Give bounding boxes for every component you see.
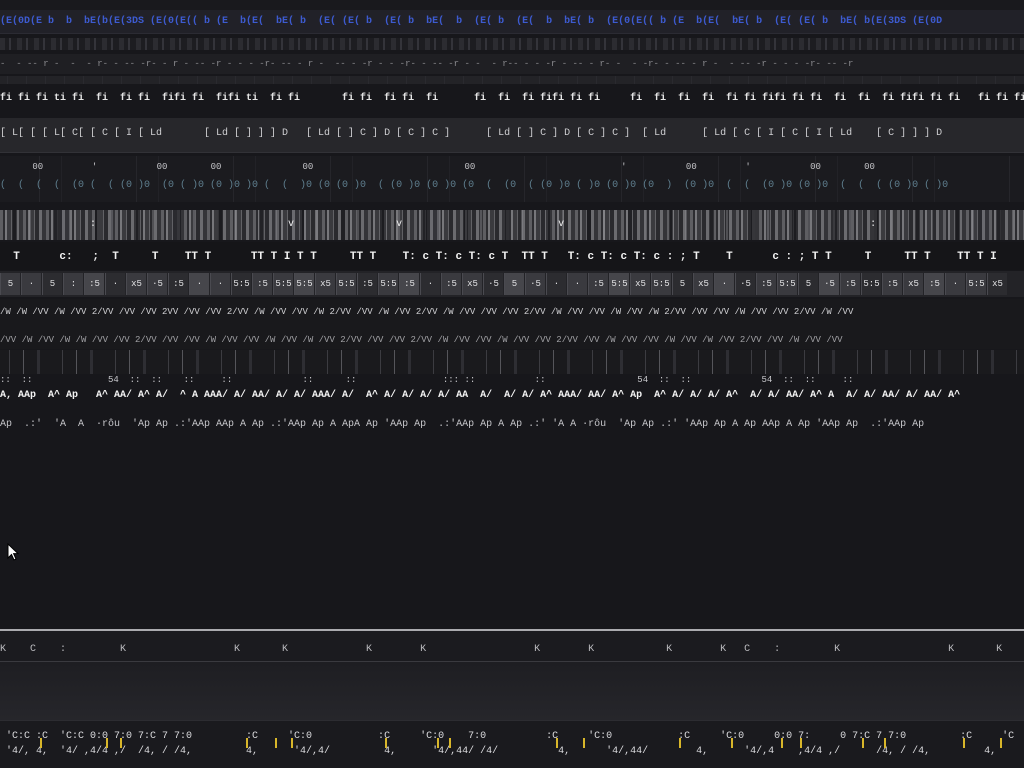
- clip-cell[interactable]: ·5: [483, 273, 503, 295]
- clip-cell[interactable]: 5:5: [336, 273, 356, 295]
- clip-cell[interactable]: 5: [672, 273, 692, 295]
- wave-row-lower: /VV /W /VV /W /W /VV /VV 2/VV /VV /VV /W…: [0, 335, 843, 345]
- track-row-ap: Ap .:' 'A A ·rôu 'Ap Ap .:'AAp AAp A Ap …: [0, 419, 925, 430]
- clip-cell[interactable]: :5: [756, 273, 776, 295]
- clip-cell[interactable]: ·: [714, 273, 734, 295]
- clip-cell[interactable]: 5:5: [651, 273, 671, 295]
- yellow-marker: [862, 738, 864, 748]
- clip-cell[interactable]: 5: [798, 273, 818, 295]
- transport-controls[interactable]: K C : K K K K K K K K K C : K K K: [0, 643, 1024, 657]
- top-tab-strip[interactable]: (E(0D(E b b bE(b(E(3DS (E(0(E(( b (E b(E…: [0, 15, 1024, 29]
- yellow-marker: [40, 738, 42, 748]
- clip-cell[interactable]: ·5: [147, 273, 167, 295]
- ruler-ticks: [0, 76, 1024, 84]
- clip-cell[interactable]: 5:5: [378, 273, 398, 295]
- clip-cell[interactable]: x5: [462, 273, 482, 295]
- clip-cell[interactable]: x5: [693, 273, 713, 295]
- marker-row: 00 ' 00 00 00 00 ' 00 ' 00 00: [0, 162, 875, 172]
- yellow-marker: [120, 738, 122, 748]
- app-window: (E(0D(E b b bE(b(E(3DS (E(0(E(( b (E b(E…: [0, 0, 1024, 768]
- yellow-marker: [583, 738, 585, 748]
- clip-cell[interactable]: ·: [189, 273, 209, 295]
- toolbar-separator: [0, 38, 1024, 50]
- clip-cell[interactable]: x5: [987, 273, 1007, 295]
- clip-cell[interactable]: ·: [546, 273, 566, 295]
- clip-cell[interactable]: 5:5: [231, 273, 251, 295]
- yellow-marker: [106, 738, 108, 748]
- yellow-marker: [556, 738, 558, 748]
- clip-cell[interactable]: 5:5: [777, 273, 797, 295]
- mouse-pointer-icon: [7, 543, 19, 561]
- clip-cell[interactable]: ·: [210, 273, 230, 295]
- yellow-marker: [385, 738, 387, 748]
- clip-cell[interactable]: :5: [357, 273, 377, 295]
- clip-cell[interactable]: ·: [567, 273, 587, 295]
- track-row-brackets: [ L[ [ [ L[ C[ [ C [ I [ Ld [ Ld [ ] ] ]…: [0, 128, 943, 139]
- clip-cell[interactable]: ·: [945, 273, 965, 295]
- clip-cell[interactable]: 5: [0, 273, 20, 295]
- bar-strip-glyphs: : v v v :: [0, 219, 877, 230]
- clip-cell[interactable]: 5:5: [609, 273, 629, 295]
- yellow-marker: [884, 738, 886, 748]
- yellow-marker: [275, 738, 277, 748]
- clip-cell[interactable]: :5: [84, 273, 104, 295]
- yellow-marker: [963, 738, 965, 748]
- yellow-marker: [781, 738, 783, 748]
- yellow-marker: [246, 738, 248, 748]
- clip-cell-strip: 5 · 5::5 · x5·5:5 · · 5:5:5 5:5 5:5 x5 5:5:5 5:5:5 ·:…: [0, 273, 1024, 295]
- yellow-marker: [1000, 738, 1002, 748]
- clip-cell[interactable]: :5: [588, 273, 608, 295]
- clip-cell[interactable]: 5:5: [966, 273, 986, 295]
- yellow-marker: [449, 738, 451, 748]
- timecode-row-lower: '4/, 4, '4/ ,4/4 ,/ /4, / /4, 4, '4/,4/ …: [0, 746, 1024, 757]
- clip-cell[interactable]: x5: [315, 273, 335, 295]
- track-row-fi: fi fi fi ti fi fi fi fi fifi fi fifi ti …: [0, 93, 1024, 104]
- clip-cell[interactable]: ·5: [819, 273, 839, 295]
- yellow-marker: [800, 738, 802, 748]
- track-row-aap: A, AAp A^ Ap A^ AA/ A^ A/ ^ A AAA/ A/ AA…: [0, 390, 961, 401]
- yellow-marker: [679, 738, 681, 748]
- yellow-marker: [731, 738, 733, 748]
- clip-cell[interactable]: 5: [504, 273, 524, 295]
- clip-cell[interactable]: :5: [441, 273, 461, 295]
- timecode-row-upper: 'C:C :C 'C:C 0:0 7:0 7:C 7 7:0 :C 'C:0 :…: [0, 731, 1015, 742]
- clip-cell[interactable]: x5: [630, 273, 650, 295]
- clip-cell[interactable]: :5: [840, 273, 860, 295]
- yellow-marker: [437, 738, 439, 748]
- clip-cell[interactable]: 5:5: [861, 273, 881, 295]
- clip-cell[interactable]: :5: [924, 273, 944, 295]
- clip-cell[interactable]: ·5: [525, 273, 545, 295]
- clip-cell[interactable]: x5: [126, 273, 146, 295]
- clip-cell[interactable]: :5: [168, 273, 188, 295]
- clip-cell[interactable]: 5:5: [273, 273, 293, 295]
- clip-cell[interactable]: 5:5: [294, 273, 314, 295]
- clip-cell[interactable]: :5: [882, 273, 902, 295]
- vertical-line-strip: [0, 350, 1024, 374]
- timecode-strip: [0, 720, 1024, 768]
- clip-cell[interactable]: ·: [105, 273, 125, 295]
- lower-panel: [0, 662, 1024, 720]
- clip-cell[interactable]: x5: [903, 273, 923, 295]
- clip-cell[interactable]: :5: [252, 273, 272, 295]
- wave-row-upper: /W /W /VV /W /VV 2/VV /VV /VV 2VV /VV /V…: [0, 307, 854, 317]
- timeline-ruler: - - -- r - - - r- - -- -r- - r - -- -r -…: [0, 59, 854, 69]
- clip-cell[interactable]: ·: [420, 273, 440, 295]
- marks-row: :: :: 54 :: :: :: :: :: :: ::: :: :: 54 …: [0, 375, 854, 385]
- title-bar: [0, 0, 1024, 10]
- yellow-marker: [291, 738, 293, 748]
- track-row-teal: ( ( ( ( (0 ( ( (0 )0 (0 ( )0 (0 )0 )0 ( …: [0, 180, 949, 191]
- clip-cell[interactable]: :5: [399, 273, 419, 295]
- clip-cell[interactable]: :: [63, 273, 83, 295]
- track-row-t: T c: ; T T TT T TT T I T T TT T T: c T: …: [0, 251, 997, 263]
- clip-cell[interactable]: 5: [42, 273, 62, 295]
- clip-cell[interactable]: ·: [21, 273, 41, 295]
- clip-cell[interactable]: ·5: [735, 273, 755, 295]
